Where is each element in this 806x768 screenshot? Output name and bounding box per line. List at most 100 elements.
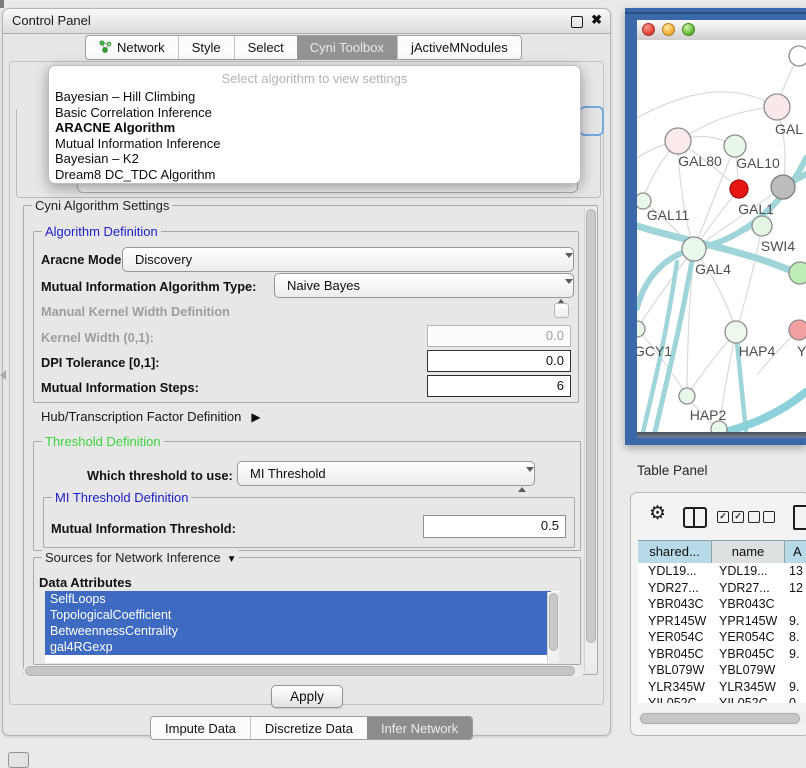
table-horizontal-scrollbar-thumb[interactable] [640, 713, 800, 724]
dropdown-item[interactable]: Mutual Information Inference [49, 136, 580, 152]
column-header-shared-name[interactable]: shared... [638, 541, 712, 563]
dpi-tolerance-field[interactable]: 0.0 [427, 350, 571, 372]
table-row[interactable]: YDR27... YDR27... 12 [638, 580, 806, 597]
table-header-row: shared... name A [638, 540, 806, 564]
cell: YBR045C [712, 646, 785, 663]
zoom-traffic-light[interactable] [682, 23, 695, 36]
sources-group-label[interactable]: Sources for Network Inference▼ [42, 550, 239, 565]
gear-icon[interactable]: ⚙ [649, 504, 666, 523]
cell: 9. [785, 646, 806, 663]
manual-kernel-width-checkbox[interactable] [554, 303, 569, 318]
window-shadow [637, 432, 806, 438]
cyni-algorithm-settings-label: Cyni Algorithm Settings [32, 198, 172, 213]
node-label: GCY1 [637, 343, 672, 359]
cell [785, 596, 806, 613]
select-all-checks-icon[interactable]: ✓ ✓ [717, 511, 744, 523]
node-label: GAL80 [678, 153, 722, 169]
settings-horizontal-scrollbar-thumb[interactable] [25, 666, 575, 676]
settings-horizontal-scrollbar[interactable] [23, 665, 584, 677]
tab-discretize-data-label: Discretize Data [265, 721, 353, 736]
table-row[interactable]: YPR145W YPR145W 9. [638, 613, 806, 630]
table-row[interactable]: YIL052C YIL052C 0. [638, 695, 806, 703]
settings-vertical-scrollbar-thumb[interactable] [586, 209, 596, 643]
table-row[interactable]: YER054C YER054C 8. [638, 629, 806, 646]
table-row[interactable]: YBR045C YBR045C 9. [638, 646, 806, 663]
unselect-all-checks-icon[interactable] [748, 511, 775, 523]
dropdown-item-selected[interactable]: ARACNE Algorithm [49, 120, 580, 136]
float-window-icon[interactable] [571, 16, 583, 28]
column-header-name[interactable]: name [712, 541, 785, 563]
dropdown-item[interactable]: Dream8 DC_TDC Algorithm [49, 167, 580, 183]
network-canvas[interactable]: GAL GAL80 GAL10 GAL1 GAL11 SWI4 GAL4 GCY… [637, 40, 806, 432]
list-item-selected[interactable]: SelfLoops [45, 591, 551, 607]
network-graph[interactable] [637, 40, 806, 432]
column-header-partial[interactable]: A [785, 541, 806, 563]
node-label: GAL4 [695, 261, 731, 277]
tab-discretize-data[interactable]: Discretize Data [250, 717, 367, 739]
cell: YER054C [638, 629, 712, 646]
table-row[interactable]: YDL19... YDL19... 13 [638, 563, 806, 580]
cell: 9. [785, 613, 806, 630]
expand-right-icon: ▶ [251, 410, 260, 424]
combo-stepper-icon [557, 280, 565, 293]
network-window-titlebar[interactable] [637, 20, 806, 41]
attributes-vertical-scrollbar[interactable] [547, 592, 559, 663]
node-label: GAL1 [738, 201, 774, 217]
tab-network-label: Network [117, 40, 165, 55]
tab-infer-network[interactable]: Infer Network [367, 717, 472, 739]
bottom-tabbar: Impute Data Discretize Data Infer Networ… [150, 716, 473, 740]
tab-style[interactable]: Style [178, 36, 234, 59]
dropdown-item[interactable]: Bayesian – Hill Climbing [49, 89, 580, 105]
table-row[interactable]: YLR345W YLR345W 9. [638, 679, 806, 696]
kernel-width-field[interactable]: 0.0 [427, 325, 571, 347]
tab-infer-network-label: Infer Network [381, 721, 458, 736]
close-traffic-light[interactable] [642, 23, 655, 36]
list-item-selected[interactable]: TopologicalCoefficient [45, 607, 551, 623]
close-icon[interactable]: ✖ [591, 12, 602, 28]
which-threshold-label: Which threshold to use: [87, 468, 233, 483]
mi-algorithm-type-combobox[interactable]: Naive Bayes [274, 273, 574, 298]
document-icon[interactable] [793, 505, 806, 530]
tab-jactivemnodules[interactable]: jActiveMNodules [397, 36, 521, 59]
mi-steps-field[interactable]: 6 [427, 375, 571, 397]
network-view-window[interactable]: GAL GAL80 GAL10 GAL1 GAL11 SWI4 GAL4 GCY… [625, 8, 806, 445]
cell: YDR27... [638, 580, 712, 597]
tab-select[interactable]: Select [234, 36, 297, 59]
mi-threshold-field[interactable]: 0.5 [423, 515, 566, 538]
dropdown-item[interactable]: Bayesian – K2 [49, 151, 580, 167]
settings-vertical-scrollbar[interactable] [584, 207, 597, 671]
tab-style-label: Style [192, 40, 221, 55]
table-horizontal-scrollbar[interactable] [638, 712, 806, 725]
data-attributes-label: Data Attributes [39, 575, 132, 590]
dropdown-item[interactable]: Basic Correlation Inference [49, 105, 580, 121]
attributes-scrollbar-thumb[interactable] [549, 593, 558, 651]
table-row[interactable]: YBR043C YBR043C [638, 596, 806, 613]
minimize-traffic-light[interactable] [662, 23, 675, 36]
algorithm-definition-label: Algorithm Definition [42, 224, 161, 239]
apply-button[interactable]: Apply [271, 685, 343, 708]
table-panel: ⚙ ✓ ✓ shared... name A YDL19... YDL19...… [630, 492, 806, 736]
tab-network[interactable]: Network [86, 36, 178, 59]
control-panel-window: Control Panel ✖ Network Style Select [2, 8, 611, 736]
cell: 0. [785, 695, 806, 703]
cell: 12 [785, 580, 806, 597]
columns-icon[interactable] [683, 507, 707, 528]
panel-collapse-arrow[interactable] [0, 370, 6, 380]
table-row[interactable]: YBL079W YBL079W [638, 662, 806, 679]
aracne-mode-combobox[interactable]: Discovery [122, 247, 574, 272]
list-item-selected[interactable]: gal4RGexp [45, 639, 551, 655]
tab-cyni-toolbox[interactable]: Cyni Toolbox [297, 36, 397, 59]
table-body: YDL19... YDL19... 13 YDR27... YDR27... 1… [638, 563, 806, 703]
list-item-selected[interactable]: BetweennessCentrality [45, 623, 551, 639]
cell: YDL19... [638, 563, 712, 580]
bottom-left-widget-fragment [8, 752, 29, 768]
checked-box-icon: ✓ [717, 511, 729, 523]
node-label: GAL11 [647, 207, 690, 223]
hub-definition-expander[interactable]: Hub/Transcription Factor Definition▶ [41, 409, 261, 424]
tab-cyni-toolbox-label: Cyni Toolbox [310, 40, 384, 55]
which-threshold-combobox[interactable]: MI Threshold [237, 461, 535, 486]
combo-stepper-icon [518, 468, 526, 481]
tab-impute-data[interactable]: Impute Data [151, 717, 250, 739]
focused-combobox-fragment[interactable] [579, 106, 604, 136]
cell: YLR345W [638, 679, 712, 696]
